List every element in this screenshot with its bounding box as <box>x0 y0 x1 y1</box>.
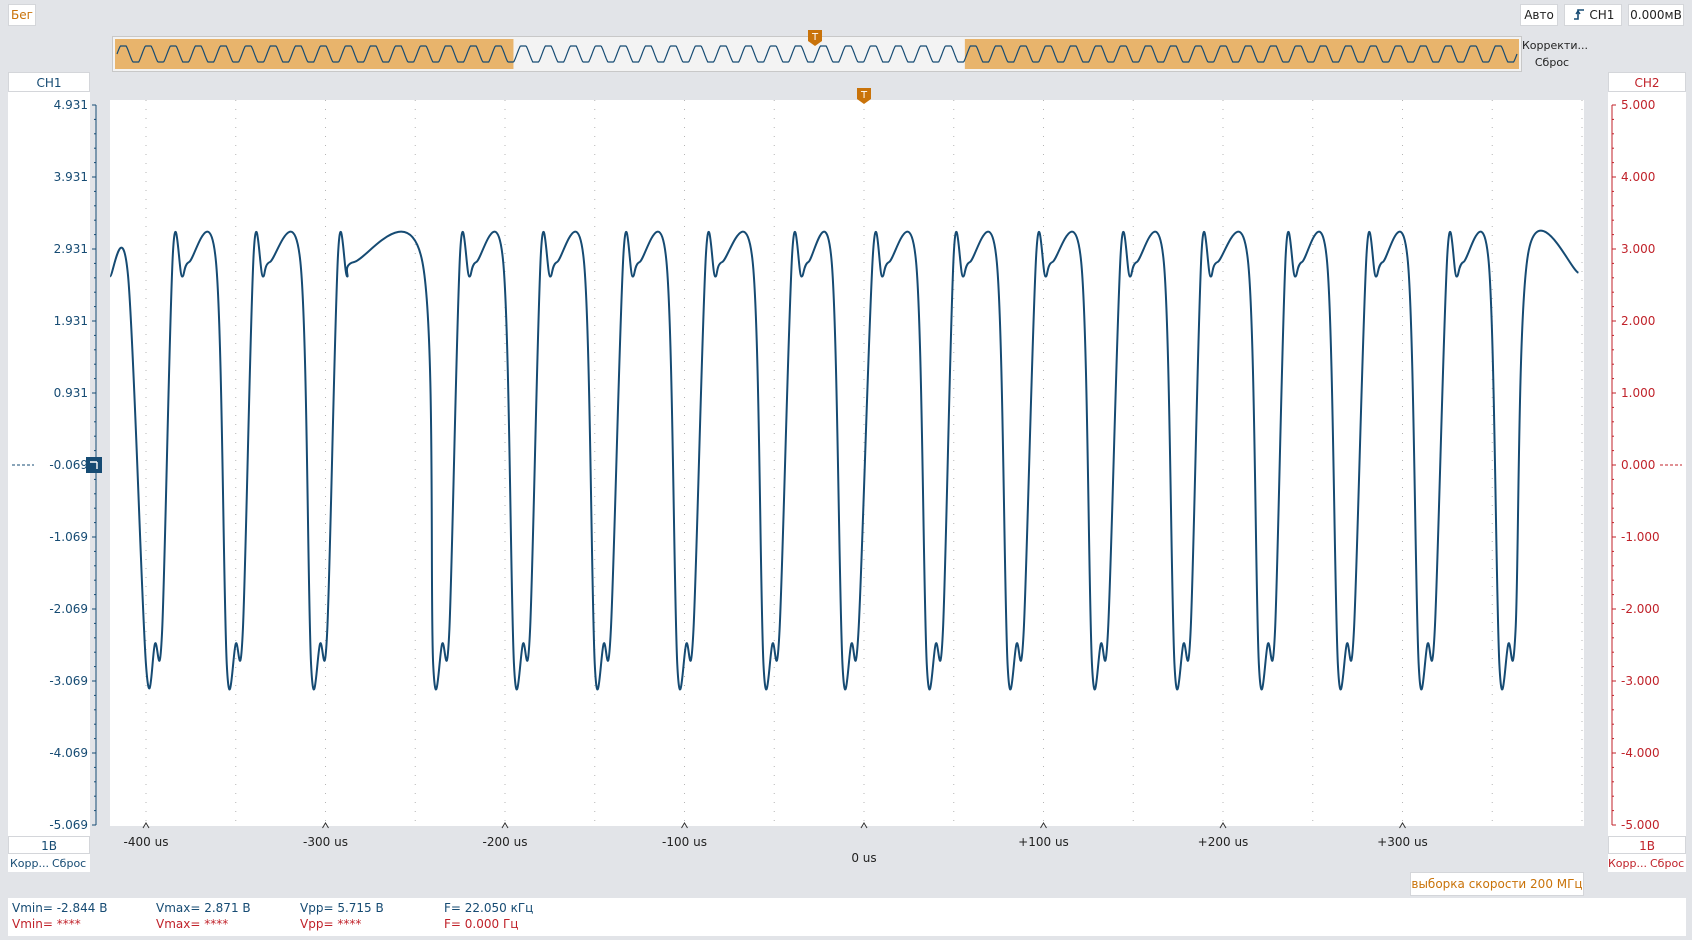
ch2-tick-label: 4.000 <box>1621 170 1655 184</box>
sample-rate-label: выборка скорости 200 МГц <box>1410 872 1584 896</box>
measurements-panel: Vmin= -2.844 В Vmax= 2.871 В Vpp= 5.715 … <box>8 898 1686 936</box>
ch2-tick-label: 2.000 <box>1621 314 1655 328</box>
ch1-tick-label: 4.931 <box>54 98 88 112</box>
ch1-vpp: Vpp= 5.715 В <box>300 901 384 915</box>
ch2-tick-label: 3.000 <box>1621 242 1655 256</box>
ch1-frequency: F= 22.050 кГц <box>444 901 534 915</box>
ch1-tick-label: 3.931 <box>54 170 88 184</box>
x-tick-label: -400 us <box>124 835 169 849</box>
ch2-tick-label: 0.000 <box>1621 458 1655 472</box>
ch2-frequency: F= 0.000 Гц <box>444 917 519 931</box>
ch2-vmin: Vmin= **** <box>12 917 81 931</box>
ch1-tick-label: -4.069 <box>49 746 88 760</box>
ch1-vmax: Vmax= 2.871 В <box>156 901 251 915</box>
ch1-tick-label: 2.931 <box>54 242 88 256</box>
ch1-tick-label: -5.069 <box>49 818 88 832</box>
ch1-zero-marker[interactable] <box>86 457 102 473</box>
ch1-tick-label: 0.931 <box>54 386 88 400</box>
ch2-tick-label: -2.000 <box>1621 602 1660 616</box>
x-tick-label: -300 us <box>303 835 348 849</box>
x-tick-label: 0 us <box>851 851 876 865</box>
waveform-plot[interactable]: 4.931 3.931 2.931 1.931 0.931 -0.069 -1.069 -2.… <box>0 0 1692 900</box>
ch2-tick-label: -1.000 <box>1621 530 1660 544</box>
ch1-tick-label: -1.069 <box>49 530 88 544</box>
x-tick-label: +200 us <box>1198 835 1249 849</box>
ch1-tick-label: -2.069 <box>49 602 88 616</box>
ch1-tick-label: 1.931 <box>54 314 88 328</box>
x-tick-label: +100 us <box>1018 835 1069 849</box>
ch2-tick-label: -5.000 <box>1621 818 1660 832</box>
x-tick-label: -200 us <box>483 835 528 849</box>
ch2-tick-label: 1.000 <box>1621 386 1655 400</box>
ch1-tick-label: -3.069 <box>49 674 88 688</box>
ch2-vmax: Vmax= **** <box>156 917 229 931</box>
x-tick-label: +300 us <box>1377 835 1428 849</box>
svg-text:T: T <box>860 90 868 101</box>
ch2-tick-label: -3.000 <box>1621 674 1660 688</box>
ch1-tick-label: -0.069 <box>49 458 88 472</box>
ch2-tick-label: -4.000 <box>1621 746 1660 760</box>
x-tick-label: -100 us <box>662 835 707 849</box>
ch1-vmin: Vmin= -2.844 В <box>12 901 108 915</box>
ch2-tick-label: 5.000 <box>1621 98 1655 112</box>
ch2-vpp: Vpp= **** <box>300 917 362 931</box>
